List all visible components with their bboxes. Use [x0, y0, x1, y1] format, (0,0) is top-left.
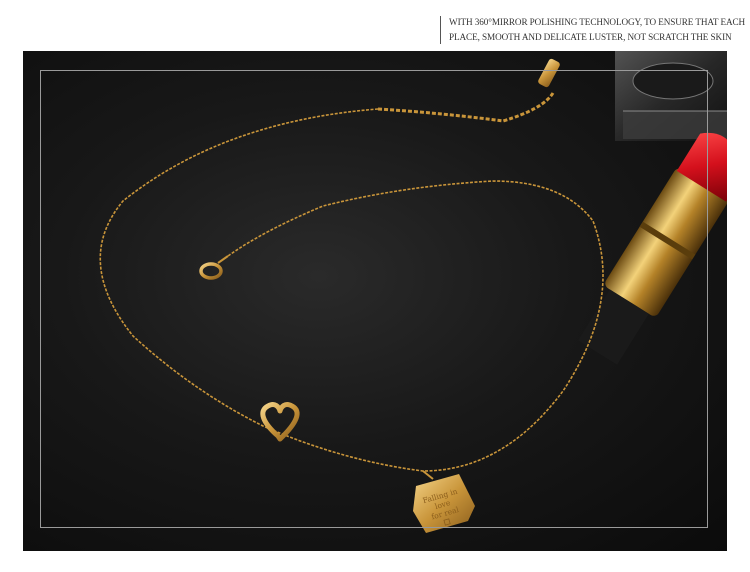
necklace-illustration: Falling in love for real — [99, 51, 727, 533]
product-photo: Falling in love for real — [23, 51, 727, 551]
product-caption: WITH 360°MIRROR POLISHING TECHNOLOGY, TO… — [449, 15, 746, 45]
necklace-chain — [99, 108, 604, 472]
lobster-clasp — [199, 255, 229, 280]
extender-chain — [377, 92, 555, 123]
caption-line-1: WITH 360°MIRROR POLISHING TECHNOLOGY, TO… — [449, 17, 746, 27]
pendant-tag: Falling in love for real — [413, 470, 475, 533]
lipstick — [578, 132, 727, 365]
chain-extender-tab — [538, 58, 560, 88]
caption-divider — [440, 16, 441, 44]
caption-line-2: PLACE, SMOOTH AND DELICATE LUSTER, NOT S… — [449, 32, 732, 42]
perfume-bottle — [615, 51, 727, 141]
